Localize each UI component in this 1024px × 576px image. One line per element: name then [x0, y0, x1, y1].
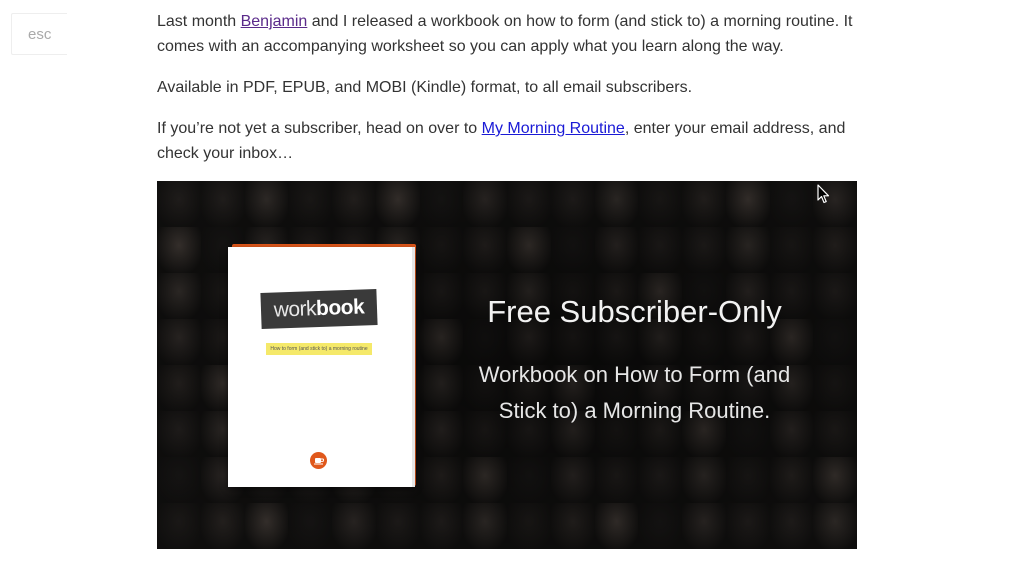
paragraph-workbook-intro: Last month Benjamin and I released a wor…: [157, 9, 877, 59]
benjamin-link[interactable]: Benjamin: [241, 13, 308, 30]
workbook-promo-image[interactable]: workbook How to form (and stick to) a mo…: [157, 181, 857, 549]
coffee-cup-icon: [310, 452, 327, 469]
mouse-pointer-icon: [817, 184, 830, 204]
workbook-title-bold: book: [315, 295, 365, 321]
paragraph-text: Last month: [157, 13, 241, 30]
paragraph-text: If you’re not yet a subscriber, head on …: [157, 120, 482, 137]
promo-description: Workbook on How to Form (and Stick to) a…: [478, 362, 791, 423]
workbook-title-light: work: [273, 297, 317, 322]
workbook-cover-title: workbook: [260, 288, 378, 330]
esc-button-label: esc: [28, 25, 52, 43]
promo-heading: Free Subscriber-Only: [487, 294, 782, 329]
paragraph-formats: Available in PDF, EPUB, and MOBI (Kindle…: [157, 79, 693, 96]
my-morning-routine-link[interactable]: My Morning Routine: [482, 120, 625, 137]
workbook-cover: workbook How to form (and stick to) a mo…: [228, 247, 415, 487]
article-body: Last month Benjamin and I released a wor…: [157, 9, 877, 182]
paragraph-subscribe: If you’re not yet a subscriber, head on …: [157, 116, 877, 166]
workbook-cover-subtitle: How to form (and stick to) a morning rou…: [266, 343, 372, 355]
esc-button[interactable]: esc: [11, 13, 67, 55]
